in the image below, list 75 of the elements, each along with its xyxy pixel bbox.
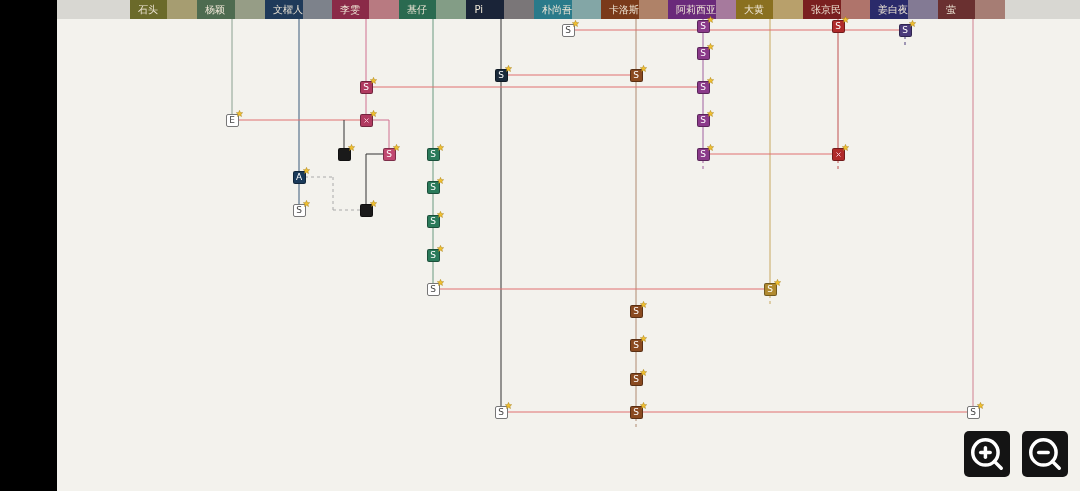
character-name: 姜白夜 xyxy=(878,2,909,17)
character-tab[interactable]: 大黄 xyxy=(735,0,803,19)
portrait-placeholder xyxy=(302,0,332,19)
star-icon xyxy=(436,143,444,151)
star-icon xyxy=(639,64,647,72)
character-tab[interactable]: 文櫂人 xyxy=(264,0,332,19)
star-icon xyxy=(706,42,714,50)
star-icon xyxy=(908,19,916,27)
portrait-placeholder xyxy=(436,0,467,19)
character-tab[interactable]: 李雯 xyxy=(331,0,400,19)
star-icon xyxy=(347,143,355,151)
star-icon xyxy=(504,64,512,72)
star-icon xyxy=(571,19,579,27)
star-icon xyxy=(302,199,310,207)
character-tab[interactable]: 阿莉西亚 xyxy=(668,0,736,19)
character-name: 大黄 xyxy=(743,2,764,17)
character-name: 杨颖 xyxy=(205,2,226,17)
zoom-in-button[interactable] xyxy=(964,431,1010,477)
character-name: 张京民 xyxy=(810,2,841,17)
star-icon xyxy=(976,401,984,409)
star-icon xyxy=(706,143,714,151)
character-tab[interactable]: 杨颖 xyxy=(197,0,265,19)
star-icon xyxy=(302,166,310,174)
character-name: 李雯 xyxy=(339,2,360,17)
portrait-placeholder xyxy=(167,0,198,19)
portrait-placeholder xyxy=(234,0,265,19)
star-icon xyxy=(841,15,849,23)
star-icon xyxy=(436,278,444,286)
character-tab[interactable]: 基仔 xyxy=(399,0,467,19)
portrait-placeholder xyxy=(772,0,803,19)
character-name: 卡洛斯 xyxy=(609,2,640,17)
star-icon xyxy=(706,76,714,84)
cross-mark-icon xyxy=(363,117,369,123)
character-tab[interactable]: 萤 xyxy=(937,0,1005,19)
character-name: 阿莉西亚 xyxy=(676,2,717,17)
zoom-in-icon xyxy=(968,435,1006,473)
character-name: Pi xyxy=(474,4,484,15)
star-icon xyxy=(639,368,647,376)
portrait-placeholder xyxy=(908,0,938,19)
star-icon xyxy=(841,143,849,151)
character-name: 石头 xyxy=(138,2,158,17)
character-tab[interactable]: 石头 xyxy=(130,0,198,19)
portrait-placeholder xyxy=(571,0,602,19)
portrait-placeholder xyxy=(840,0,871,19)
star-icon xyxy=(392,143,400,151)
character-name: 基仔 xyxy=(407,2,428,17)
star-icon xyxy=(639,334,647,342)
portrait-placeholder xyxy=(503,0,534,19)
character-name: 朴尚吾 xyxy=(541,2,572,17)
star-icon xyxy=(436,210,444,218)
star-icon xyxy=(436,176,444,184)
zoom-out-icon xyxy=(1026,435,1064,473)
character-tab[interactable]: Pi xyxy=(466,0,534,19)
star-icon xyxy=(706,15,714,23)
cross-mark-icon xyxy=(835,151,841,157)
star-icon xyxy=(369,109,377,117)
character-name: 萤 xyxy=(945,2,956,17)
portrait-placeholder xyxy=(639,0,669,19)
star-icon xyxy=(773,278,781,286)
star-icon xyxy=(369,199,377,207)
character-tab[interactable]: 朴尚吾 xyxy=(533,0,602,19)
portrait-placeholder xyxy=(974,0,1005,19)
character-tab[interactable]: 卡洛斯 xyxy=(601,0,669,19)
star-icon xyxy=(436,244,444,252)
portrait-placeholder xyxy=(369,0,400,19)
character-name: 文櫂人 xyxy=(272,2,303,17)
character-tab[interactable]: 姜白夜 xyxy=(870,0,938,19)
star-icon xyxy=(706,109,714,117)
star-icon xyxy=(504,401,512,409)
character-tab[interactable]: 张京民 xyxy=(802,0,871,19)
star-icon xyxy=(639,300,647,308)
star-icon xyxy=(235,109,243,117)
star-icon xyxy=(369,76,377,84)
zoom-out-button[interactable] xyxy=(1022,431,1068,477)
star-icon xyxy=(639,401,647,409)
